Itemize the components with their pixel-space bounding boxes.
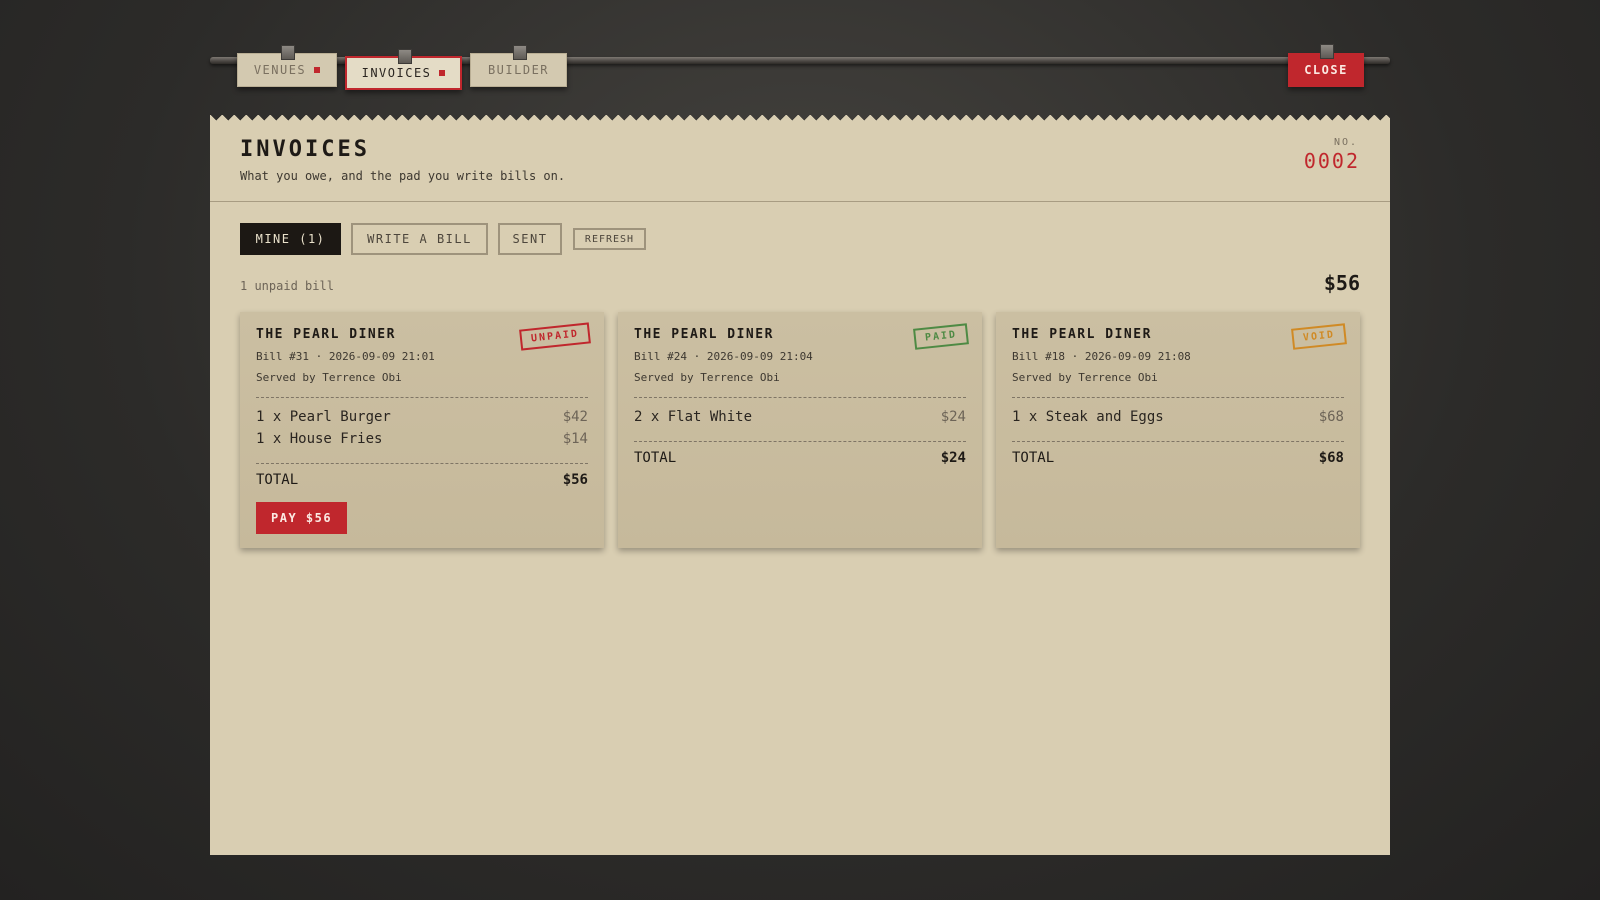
tab-indicator-dot: [314, 67, 321, 73]
filter-mine-button[interactable]: MINE (1): [240, 223, 341, 255]
status-stamp: PAID: [912, 323, 969, 350]
bill-served-by: Served by Terrence Obi: [1012, 371, 1158, 384]
page-title: INVOICES: [240, 137, 370, 162]
line-item-desc: 1 x House Fries: [256, 431, 383, 447]
tab-invoices-label: INVOICES: [361, 66, 432, 80]
line-item-price: $24: [940, 409, 966, 425]
unpaid-total: $56: [1323, 271, 1360, 295]
bill-meta: Bill #31 · 2026-09-09 21:01: [256, 350, 435, 363]
bill-line-item: 2 x Flat White $24: [634, 406, 966, 428]
line-item-desc: 1 x Steak and Eggs: [1012, 409, 1164, 425]
dashed-divider: [256, 463, 588, 464]
bill-meta: Bill #24 · 2026-09-09 21:04: [634, 350, 813, 363]
dashed-divider: [1012, 441, 1344, 442]
tab-builder-label: BUILDER: [487, 63, 550, 77]
bill-total-label: TOTAL: [256, 472, 299, 488]
close-label: CLOSE: [1304, 63, 1348, 77]
bill-total-label: TOTAL: [634, 450, 677, 466]
pay-button[interactable]: PAY $56: [256, 502, 348, 534]
dashed-divider: [634, 441, 966, 442]
bill-card: THE PEARL DINER UNPAID Bill #31 · 2026-0…: [240, 312, 604, 548]
number-label: NO.: [1333, 137, 1358, 148]
bill-card: THE PEARL DINER VOID Bill #18 · 2026-09-…: [996, 312, 1360, 548]
tab-venues[interactable]: VENUES: [237, 45, 337, 87]
line-item-price: $68: [1318, 409, 1344, 425]
dashed-divider: [1012, 397, 1344, 398]
line-item-price: $14: [562, 431, 588, 447]
bill-served-by: Served by Terrence Obi: [256, 371, 402, 384]
clip-icon: [397, 49, 412, 64]
number-value: 0002: [1303, 149, 1360, 173]
bill-total-amount: $56: [562, 472, 588, 488]
status-stamp: VOID: [1290, 323, 1347, 350]
tab-invoices[interactable]: INVOICES: [345, 49, 462, 90]
bill-total-row: TOTAL $56: [256, 472, 588, 488]
page-subtitle: What you owe, and the pad you write bill…: [240, 169, 566, 183]
invoice-pad: INVOICES What you owe, and the pad you w…: [210, 125, 1390, 855]
bill-meta: Bill #18 · 2026-09-09 21:08: [1012, 350, 1191, 363]
unpaid-summary: 1 unpaid bill: [240, 279, 334, 293]
tab-indicator-dot: [439, 70, 446, 76]
clip-icon: [512, 45, 527, 60]
refresh-button[interactable]: REFRESH: [573, 228, 646, 250]
bill-served-by: Served by Terrence Obi: [634, 371, 780, 384]
pad-header: INVOICES What you owe, and the pad you w…: [210, 125, 1390, 202]
dashed-divider: [256, 397, 588, 398]
tab-builder[interactable]: BUILDER: [470, 45, 567, 87]
filter-sent-button[interactable]: SENT: [498, 223, 562, 255]
bill-total-row: TOTAL $68: [1012, 450, 1344, 466]
bill-line-item: 1 x Pearl Burger $42: [256, 406, 588, 428]
line-item-desc: 1 x Pearl Burger: [256, 409, 391, 425]
line-item-desc: 2 x Flat White: [634, 409, 753, 425]
bill-total-row: TOTAL $24: [634, 450, 966, 466]
bill-total-label: TOTAL: [1012, 450, 1055, 466]
bill-total-amount: $24: [940, 450, 966, 466]
bill-card: THE PEARL DINER PAID Bill #24 · 2026-09-…: [618, 312, 982, 548]
line-item-price: $42: [562, 409, 588, 425]
tab-venues-label: VENUES: [253, 63, 307, 77]
bill-line-item: 1 x House Fries $14: [256, 428, 588, 450]
bill-line-item: 1 x Steak and Eggs $68: [1012, 406, 1344, 428]
write-bill-button[interactable]: WRITE A BILL: [351, 223, 488, 255]
clip-icon: [281, 45, 295, 60]
bill-total-amount: $68: [1318, 450, 1344, 466]
dashed-divider: [634, 397, 966, 398]
clip-icon: [1320, 44, 1334, 59]
close-button[interactable]: CLOSE: [1288, 44, 1364, 87]
